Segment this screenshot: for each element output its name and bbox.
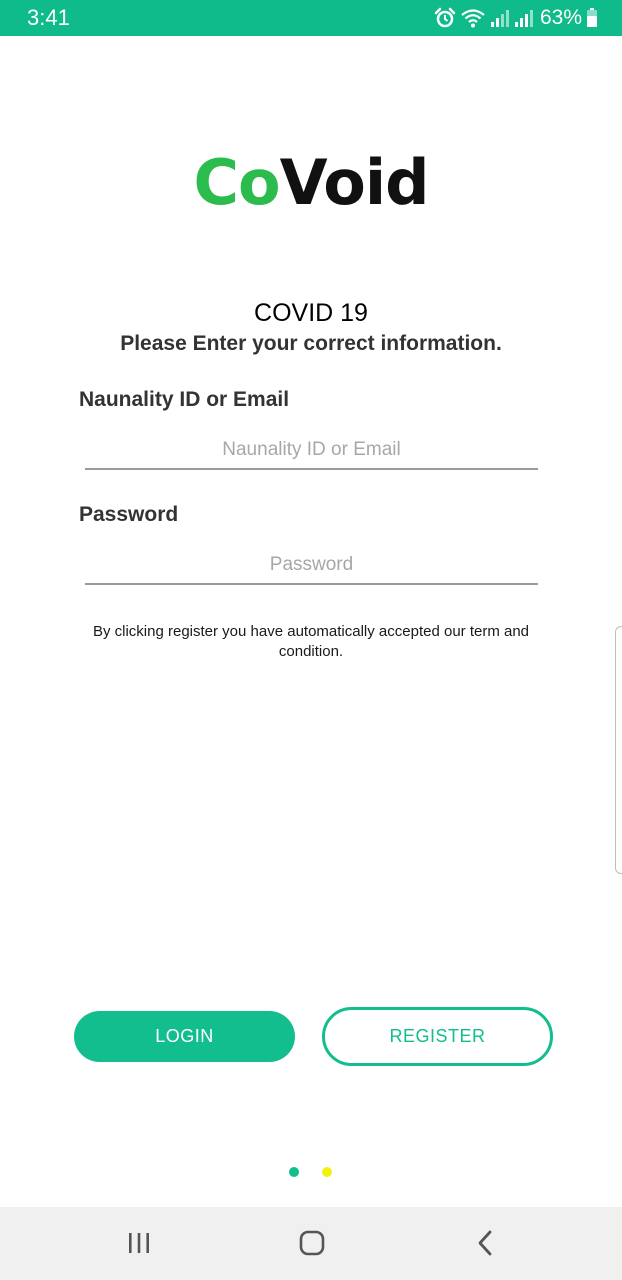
status-icons: 63% — [434, 5, 598, 31]
signal-icon — [514, 7, 534, 29]
password-label: Password — [79, 503, 179, 526]
logo-text-co: Co — [193, 146, 281, 219]
page-title: COVID 19 — [254, 299, 368, 327]
home-button[interactable] — [292, 1225, 332, 1265]
register-button[interactable]: REGISTER — [322, 1007, 553, 1066]
back-icon — [474, 1229, 498, 1261]
password-input[interactable] — [85, 547, 538, 585]
recents-icon — [126, 1231, 152, 1259]
id-email-label: Naunality ID or Email — [79, 388, 290, 411]
app-logo: CoVoid — [0, 145, 622, 221]
battery-icon — [586, 7, 598, 29]
page-subtitle: Please Enter your correct information. — [120, 332, 502, 355]
back-button[interactable] — [466, 1225, 506, 1265]
signal-icon — [490, 7, 510, 29]
battery-percent: 63% — [539, 6, 582, 29]
status-time: 3:41 — [27, 5, 70, 30]
edge-panel-handle[interactable] — [615, 626, 622, 874]
home-icon — [298, 1229, 326, 1261]
page-indicator-dot-active — [289, 1167, 299, 1177]
recents-button[interactable] — [119, 1225, 159, 1265]
login-button[interactable]: LOGIN — [74, 1011, 295, 1062]
wifi-icon — [460, 7, 486, 29]
terms-notice: By clicking register you have automatica… — [92, 623, 530, 660]
alarm-icon — [434, 7, 456, 29]
status-bar: 3:41 63% — [0, 0, 622, 36]
logo-text-void: Void — [279, 146, 430, 219]
page-indicator-dot — [322, 1167, 332, 1177]
id-email-input[interactable] — [85, 432, 538, 470]
system-nav-bar — [0, 1207, 622, 1280]
